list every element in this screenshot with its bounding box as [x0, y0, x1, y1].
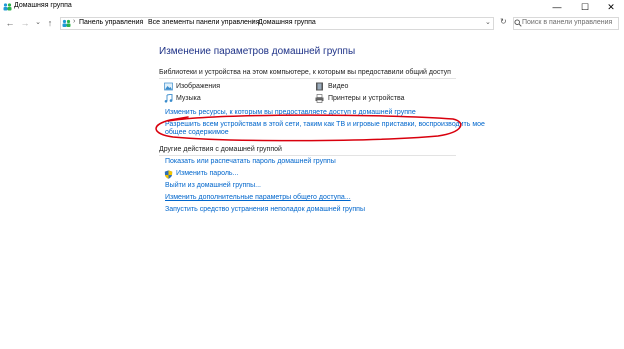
shared-libraries-section-title: Библиотеки и устройства на этом компьюте… — [159, 69, 451, 76]
breadcrumb-all-items[interactable]: Все элементы панели управления — [148, 19, 259, 26]
address-dropdown-icon[interactable]: ⌄ — [485, 18, 491, 26]
breadcrumb-separator: › — [252, 18, 255, 25]
breadcrumb-control-panel[interactable]: Панель управления — [79, 19, 143, 26]
homegroup-icon — [3, 3, 12, 11]
back-arrow-icon: ← — [5, 18, 15, 28]
up-arrow-icon: ↑ — [47, 18, 53, 28]
other-actions-section-title: Другие действия с домашней группой — [159, 146, 282, 153]
leave-homegroup-link[interactable]: Выйти из домашней группы... — [165, 182, 261, 189]
forward-button[interactable]: → — [20, 17, 30, 29]
library-images: Изображения — [176, 83, 220, 90]
change-password-link[interactable]: Изменить пароль... — [176, 170, 238, 177]
maximize-icon: ☐ — [580, 1, 590, 12]
recent-locations-button[interactable]: ⌄ — [33, 17, 43, 29]
troubleshooter-link[interactable]: Запустить средство устранения неполадок … — [165, 206, 365, 213]
up-button[interactable]: ↑ — [45, 17, 55, 29]
page-title: Изменение параметров домашней группы — [159, 46, 356, 57]
minimize-icon: — — [552, 2, 562, 12]
printer-icon — [315, 94, 324, 103]
minimize-button[interactable]: — — [544, 0, 570, 14]
divider — [159, 155, 456, 156]
forward-arrow-icon: → — [20, 18, 30, 28]
divider — [159, 78, 456, 79]
search-placeholder: Поиск в панели управления — [522, 19, 613, 26]
library-printers: Принтеры и устройства — [328, 95, 405, 102]
music-icon — [164, 94, 173, 103]
breadcrumb-separator: › — [73, 18, 76, 25]
window-title: Домашняя группа — [14, 2, 72, 9]
library-music: Музыка — [176, 95, 201, 102]
refresh-icon[interactable]: ↻ — [500, 17, 507, 26]
breadcrumb-homegroup[interactable]: Домашняя группа — [258, 19, 316, 26]
close-icon: ✕ — [607, 1, 615, 12]
video-icon — [316, 82, 323, 91]
title-bar — [0, 0, 624, 14]
homegroup-icon — [62, 19, 71, 27]
annotation-ellipse — [155, 114, 462, 142]
uac-shield-icon — [164, 170, 173, 179]
breadcrumb-separator: › — [141, 18, 144, 25]
close-button[interactable]: ✕ — [598, 0, 624, 14]
maximize-button[interactable]: ☐ — [572, 0, 598, 14]
advanced-sharing-link[interactable]: Изменить дополнительные параметры общего… — [165, 194, 351, 201]
library-video: Видео — [328, 83, 349, 90]
back-button[interactable]: ← — [5, 17, 15, 29]
search-icon — [514, 19, 522, 27]
pictures-icon — [164, 82, 173, 91]
show-password-link[interactable]: Показать или распечатать пароль домашней… — [165, 158, 336, 165]
chevron-down-icon: ⌄ — [35, 19, 41, 26]
